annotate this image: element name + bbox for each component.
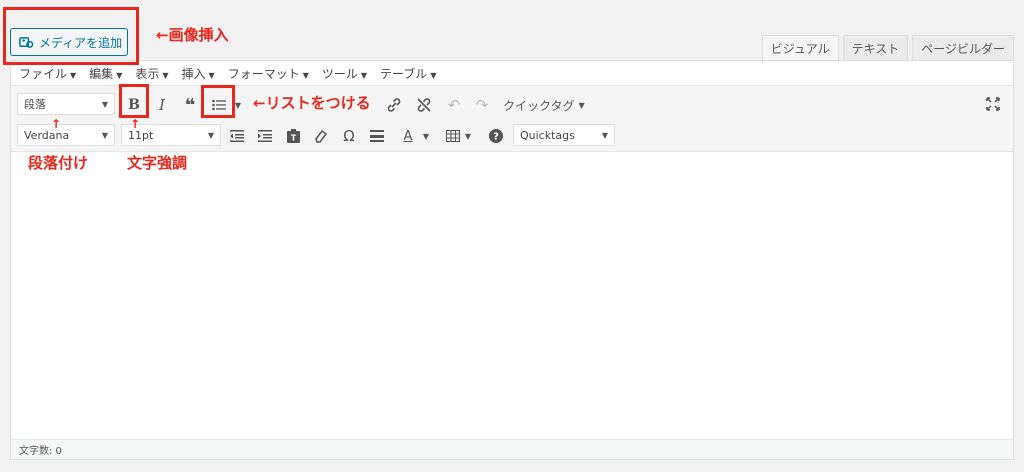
blockquote-icon[interactable]: ❝: [179, 94, 201, 116]
menu-table[interactable]: テーブル ▼: [380, 65, 436, 82]
highlight-box-bold: [119, 84, 149, 118]
quicktags-select[interactable]: Quicktags ▼: [513, 124, 615, 146]
paste-text-button[interactable]: T: [283, 126, 303, 146]
menu-file[interactable]: ファイル ▼: [19, 65, 76, 82]
annotation-paragraph: 段落付け: [28, 154, 89, 172]
chevron-down-icon: ▼: [70, 70, 77, 80]
svg-text:?: ?: [493, 132, 499, 143]
menu-view[interactable]: 表示 ▼: [135, 65, 168, 82]
highlight-box-list: [201, 85, 235, 118]
special-character-icon[interactable]: Ω: [339, 126, 359, 146]
fullscreen-button[interactable]: [983, 94, 1003, 114]
undo-icon[interactable]: ↶: [443, 94, 465, 116]
italic-button[interactable]: I: [151, 94, 173, 116]
table-button[interactable]: [443, 126, 463, 146]
status-bar: 文字数: 0: [11, 439, 1013, 459]
chevron-down-icon: ▼: [162, 70, 169, 80]
link-icon: [387, 98, 401, 112]
chevron-down-icon: ▼: [207, 130, 214, 140]
toolbar-row-1: 段落 ▼ B I ❝ ▼ ↶ ↷ クイックタグ ▼: [11, 86, 1013, 122]
outdent-button[interactable]: [227, 126, 247, 146]
indent-icon: [258, 130, 272, 142]
eraser-icon: [315, 129, 328, 143]
clipboard-icon: T: [286, 129, 300, 143]
menu-edit[interactable]: 編集 ▼: [89, 65, 122, 82]
chevron-down-icon: ▼: [101, 99, 108, 109]
redo-icon[interactable]: ↷: [471, 94, 493, 116]
clear-formatting-button[interactable]: [311, 126, 331, 146]
link-button[interactable]: [383, 94, 405, 116]
chevron-down-icon: ▼: [578, 100, 585, 110]
horizontal-line-button[interactable]: [367, 126, 387, 146]
editor-tabs: ビジュアル テキスト ページビルダー: [761, 35, 1014, 61]
chevron-down-icon: ▼: [601, 130, 608, 140]
annotation-list: ←リストをつける: [253, 94, 371, 112]
chevron-down-icon[interactable]: ▼: [421, 128, 431, 144]
menubar: ファイル ▼ 編集 ▼ 表示 ▼ 挿入 ▼ フォーマット ▼ ツール ▼ テーブル ▼: [11, 61, 1013, 85]
tab-page-builder[interactable]: ページビルダー: [912, 35, 1014, 60]
arrow-up-icon: ↑: [130, 117, 141, 131]
menu-tools[interactable]: ツール ▼: [322, 65, 367, 82]
outdent-icon: [230, 130, 244, 142]
chevron-down-icon: ▼: [302, 70, 309, 80]
paragraph-format-select[interactable]: 段落 ▼: [17, 93, 115, 115]
toolbar: 段落 ▼ B I ❝ ▼ ↶ ↷ クイックタグ ▼ Verdana ▼ 11pt…: [11, 85, 1013, 152]
chevron-down-icon: ▼: [430, 70, 437, 80]
word-count: 文字数: 0: [19, 446, 62, 457]
highlight-box-media: [3, 7, 139, 65]
font-family-select[interactable]: Verdana ▼: [17, 124, 115, 146]
chevron-down-icon: ▼: [101, 130, 108, 140]
annotation-bold: 文字強調: [127, 154, 188, 172]
tab-text[interactable]: テキスト: [842, 35, 909, 60]
arrow-up-icon: ↑: [51, 117, 62, 131]
chevron-down-icon: ▼: [360, 70, 368, 80]
menu-format[interactable]: フォーマット ▼: [228, 65, 309, 82]
toolbar-row-2: Verdana ▼ 11pt ▼ T Ω A ▼ ▼ ? Quicktags ▼: [11, 122, 1013, 152]
editor-content-area[interactable]: [11, 153, 1013, 439]
quicktag-dropdown[interactable]: クイックタグ ▼: [503, 94, 585, 116]
menu-insert[interactable]: 挿入 ▼: [182, 65, 215, 82]
indent-button[interactable]: [255, 126, 275, 146]
editor-container: ファイル ▼ 編集 ▼ 表示 ▼ 挿入 ▼ フォーマット ▼ ツール ▼ テーブル ▼ 段落 ▼…: [10, 60, 1014, 460]
chevron-down-icon: ▼: [208, 70, 215, 80]
help-button[interactable]: ?: [487, 127, 505, 145]
text-color-button[interactable]: A: [397, 126, 419, 146]
unlink-icon: [417, 98, 431, 112]
help-icon: ?: [489, 129, 503, 143]
svg-text:T: T: [290, 134, 296, 143]
chevron-down-icon[interactable]: ▼: [463, 128, 473, 144]
chevron-down-icon: ▼: [116, 70, 123, 80]
table-icon: [446, 130, 460, 142]
horizontal-line-icon: [370, 130, 384, 142]
tab-visual[interactable]: ビジュアル: [761, 35, 839, 61]
annotation-media: ←画像挿入: [156, 26, 229, 44]
unlink-button[interactable]: [413, 94, 435, 116]
fullscreen-icon: [986, 97, 1000, 111]
